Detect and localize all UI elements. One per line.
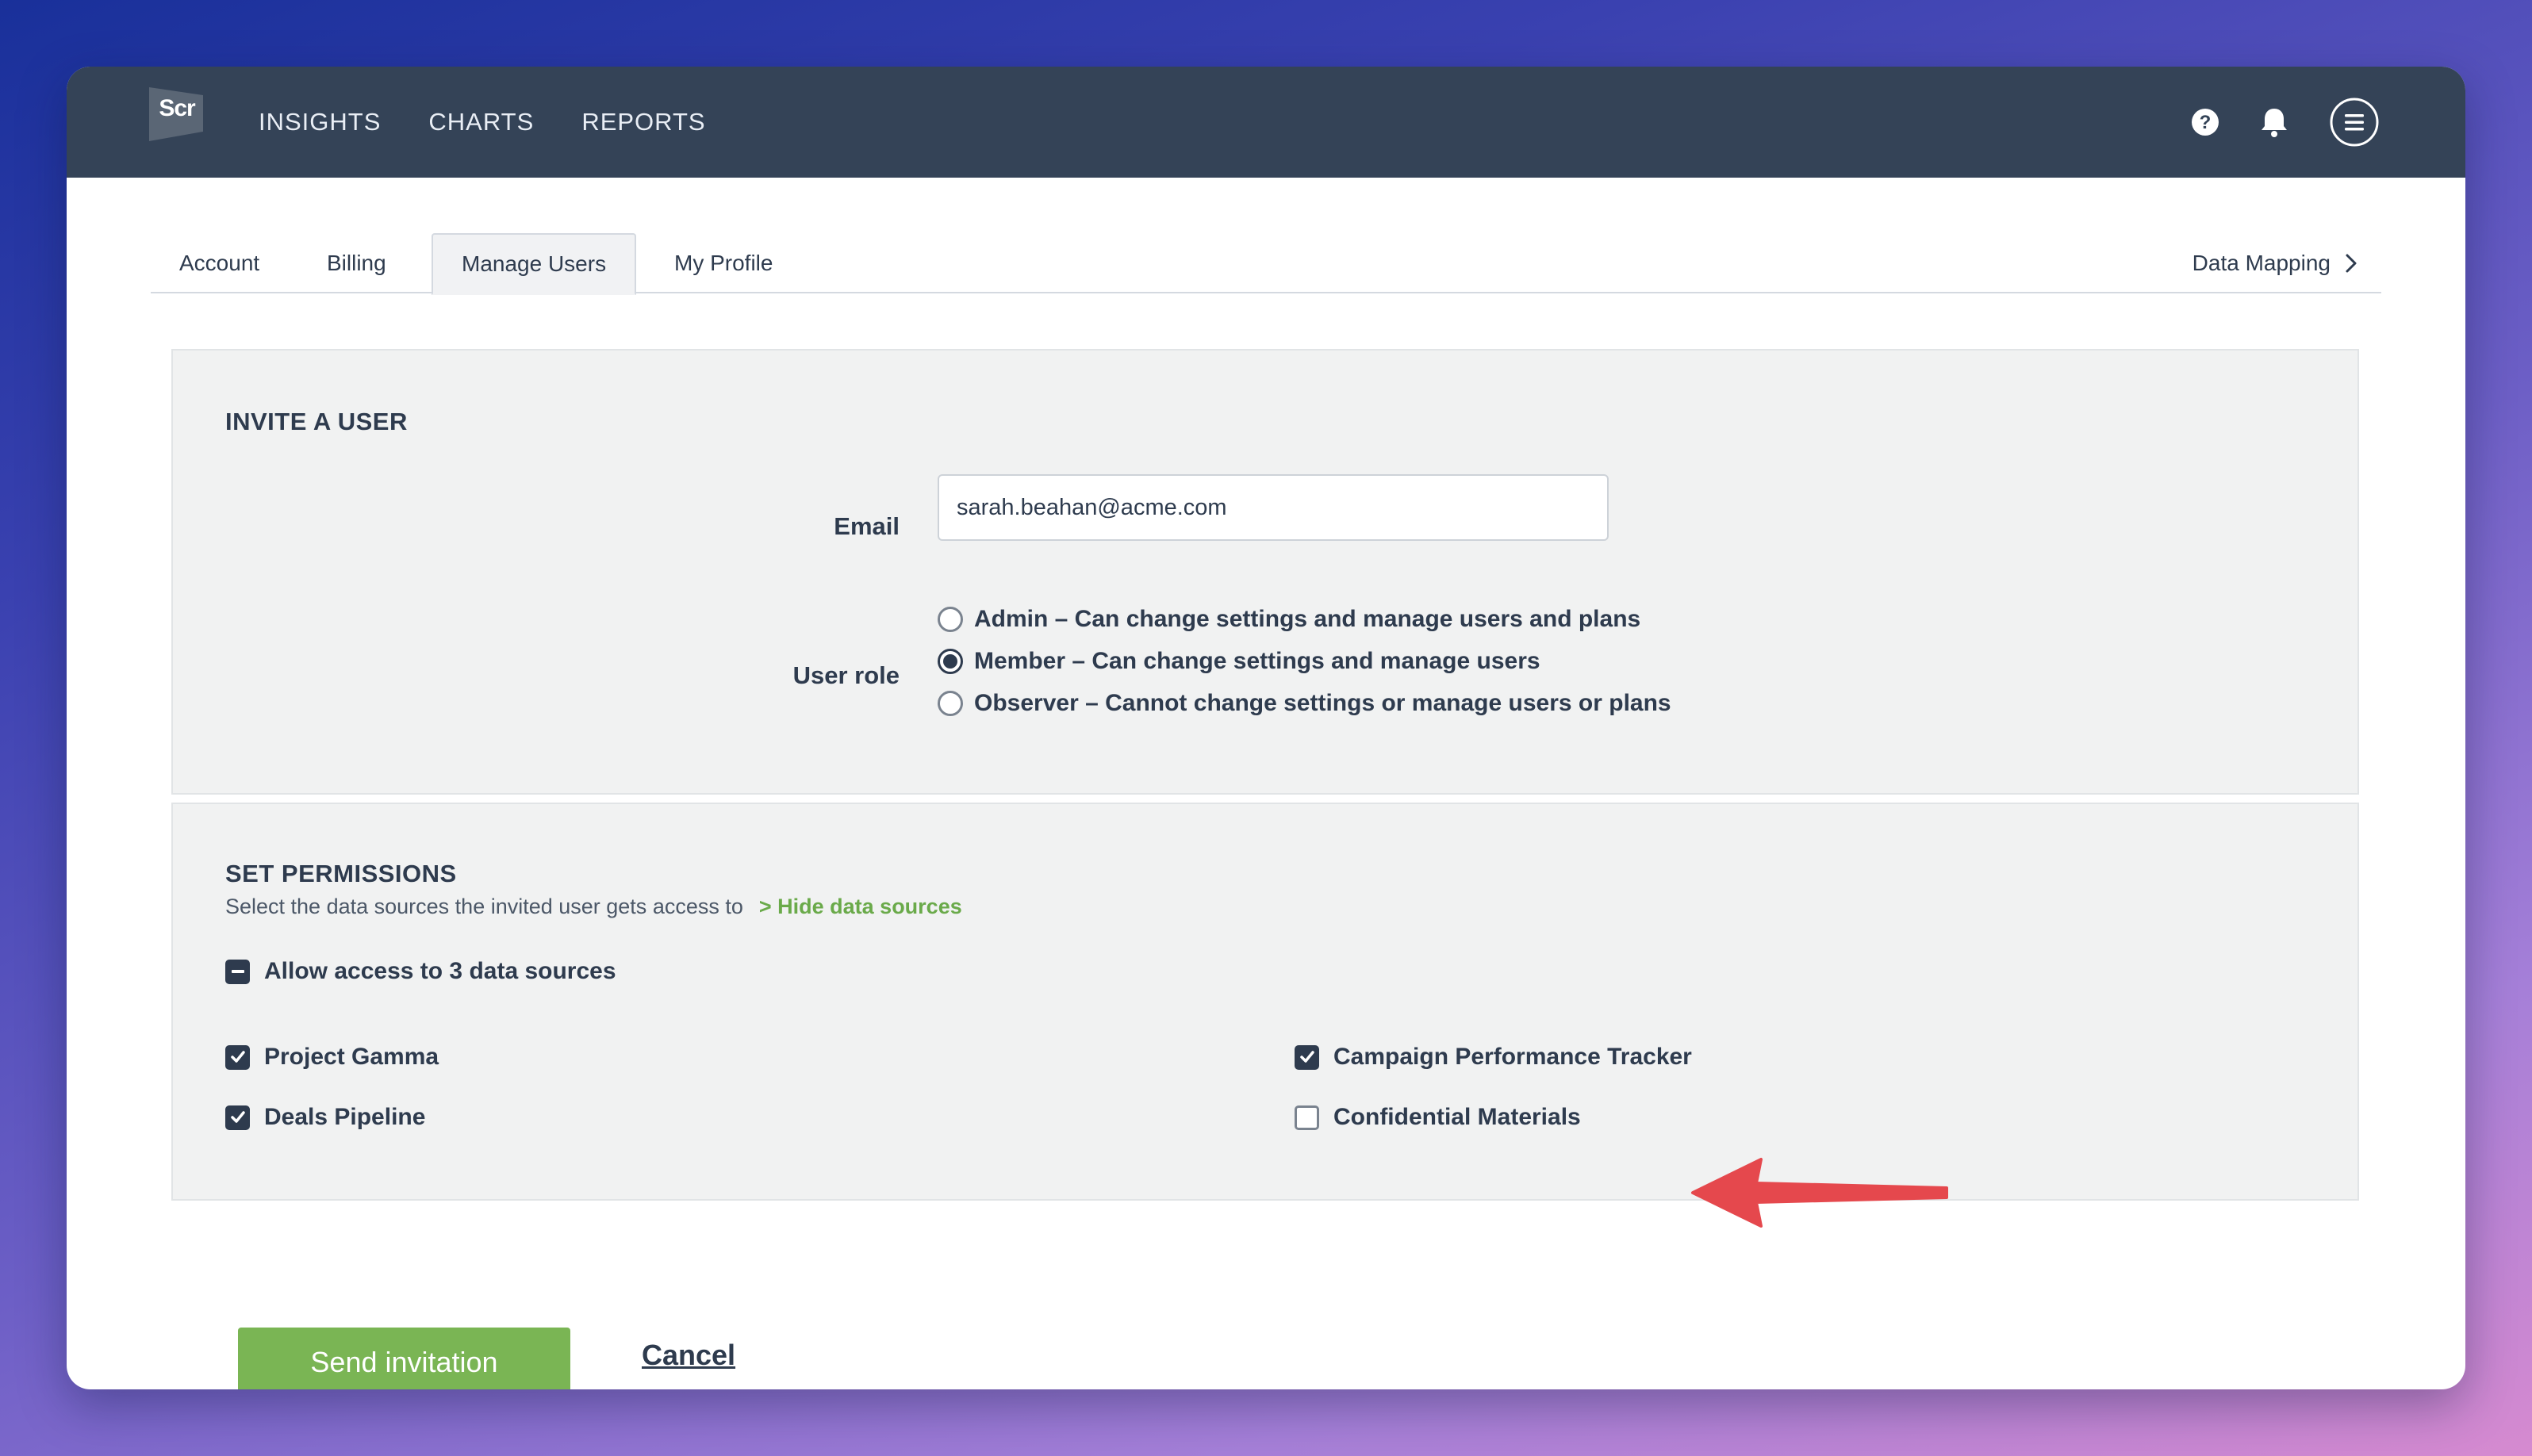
- set-permissions-panel: SET PERMISSIONS Select the data sources …: [171, 803, 2359, 1201]
- data-mapping-label: Data Mapping: [2192, 251, 2331, 275]
- settings-tabs: Account Billing Manage Users My Profile …: [151, 233, 2381, 295]
- radio-admin[interactable]: [938, 606, 963, 632]
- email-input[interactable]: [938, 474, 1609, 541]
- label-deals-pipeline: Deals Pipeline: [264, 1104, 426, 1130]
- role-option-admin[interactable]: Admin – Can change settings and manage u…: [938, 598, 1671, 640]
- menu-icon[interactable]: [2329, 97, 2380, 148]
- label-confidential-materials: Confidential Materials: [1333, 1104, 1581, 1130]
- send-invitation-button[interactable]: Send invitation: [238, 1328, 570, 1389]
- help-icon[interactable]: ?: [2191, 108, 2219, 136]
- user-role-options: Admin – Can change settings and manage u…: [938, 598, 1671, 724]
- source-row-deals-pipeline[interactable]: Deals Pipeline: [225, 1104, 425, 1131]
- nav-insights[interactable]: INSIGHTS: [259, 108, 381, 136]
- cancel-link[interactable]: Cancel: [642, 1339, 735, 1372]
- role-label-observer: Observer – Cannot change settings or man…: [974, 689, 1671, 716]
- checkbox-project-gamma[interactable]: [225, 1044, 250, 1070]
- svg-text:?: ?: [2200, 112, 2212, 133]
- role-label-member: Member – Can change settings and manage …: [974, 647, 1540, 674]
- permissions-subtitle: Select the data sources the invited user…: [225, 895, 743, 918]
- role-option-member[interactable]: Member – Can change settings and manage …: [938, 640, 1671, 682]
- user-role-label: User role: [792, 661, 900, 689]
- top-navigation-bar: Scr INSIGHTS CHARTS REPORTS ?: [67, 67, 2465, 178]
- role-label-admin: Admin – Can change settings and manage u…: [974, 605, 1641, 632]
- checkbox-campaign-performance-tracker[interactable]: [1295, 1044, 1319, 1070]
- chevron-right-icon: [2346, 254, 2357, 273]
- checkbox-confidential-materials[interactable]: [1295, 1105, 1319, 1130]
- main-nav: INSIGHTS CHARTS REPORTS: [259, 67, 706, 178]
- app-logo[interactable]: Scr: [149, 84, 206, 141]
- email-label: Email: [834, 512, 900, 540]
- tab-my-profile[interactable]: My Profile: [646, 233, 801, 293]
- invite-title: INVITE A USER: [225, 408, 408, 435]
- data-mapping-link[interactable]: Data Mapping: [2192, 233, 2357, 293]
- permissions-subtitle-row: Select the data sources the invited user…: [225, 895, 962, 919]
- nav-charts[interactable]: CHARTS: [428, 108, 534, 136]
- source-row-confidential-materials[interactable]: Confidential Materials: [1295, 1104, 1581, 1131]
- label-project-gamma: Project Gamma: [264, 1044, 439, 1070]
- role-option-observer[interactable]: Observer – Cannot change settings or man…: [938, 682, 1671, 724]
- radio-member[interactable]: [938, 648, 963, 674]
- nav-reports[interactable]: REPORTS: [581, 108, 705, 136]
- top-icons: ?: [2191, 67, 2380, 178]
- source-row-project-gamma[interactable]: Project Gamma: [225, 1044, 439, 1071]
- app-window: Scr INSIGHTS CHARTS REPORTS ? Account Bi…: [67, 67, 2465, 1389]
- logo-text: Scr: [159, 95, 195, 121]
- allow-all-row[interactable]: Allow access to 3 data sources: [225, 958, 616, 985]
- source-row-campaign-performance-tracker[interactable]: Campaign Performance Tracker: [1295, 1044, 1692, 1071]
- radio-observer[interactable]: [938, 690, 963, 716]
- hide-data-sources-link[interactable]: > Hide data sources: [759, 895, 962, 919]
- bell-icon[interactable]: [2259, 106, 2289, 138]
- checkbox-deals-pipeline[interactable]: [225, 1105, 250, 1130]
- tab-manage-users[interactable]: Manage Users: [432, 233, 637, 295]
- allow-all-checkbox[interactable]: [225, 959, 250, 984]
- invite-user-panel: INVITE A USER Email User role Admin – Ca…: [171, 349, 2359, 795]
- label-campaign-performance-tracker: Campaign Performance Tracker: [1333, 1044, 1692, 1070]
- tab-account[interactable]: Account: [151, 233, 288, 293]
- tab-billing[interactable]: Billing: [298, 233, 415, 293]
- permissions-title: SET PERMISSIONS: [225, 860, 457, 887]
- annotation-arrow-icon: [1691, 1158, 1948, 1228]
- allow-all-label: Allow access to 3 data sources: [264, 958, 616, 984]
